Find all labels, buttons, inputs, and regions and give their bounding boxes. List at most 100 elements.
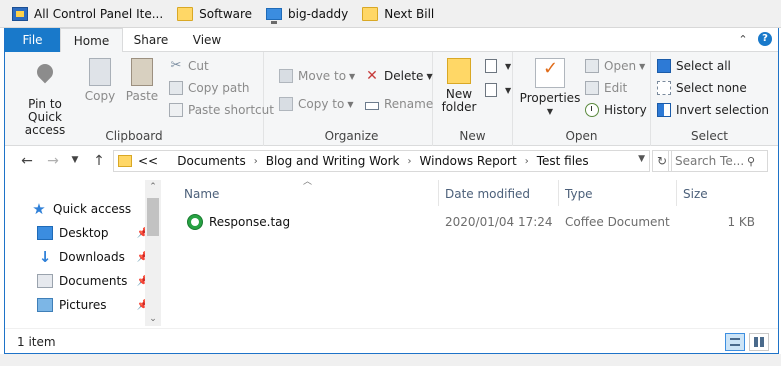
tab-view[interactable]: View — [179, 28, 235, 52]
dropdown-arrow-icon: ▼ — [505, 85, 512, 95]
dropdown-arrow-icon: ▼ — [347, 99, 354, 109]
bookmark-software[interactable]: Software — [177, 0, 252, 28]
easy-access-button[interactable]: ▼ — [485, 80, 511, 100]
breadcrumb-overflow[interactable]: << — [138, 154, 158, 168]
tab-file[interactable]: File — [5, 28, 60, 52]
breadcrumb-documents[interactable]: Documents — [177, 154, 245, 168]
recent-locations-chevron-icon[interactable]: ▼ — [67, 155, 83, 165]
ribbon: Pin to Quick access Copy Paste ✂ Cut Cop… — [5, 52, 778, 146]
bookmark-label: Software — [199, 6, 253, 21]
help-icon[interactable]: ? — [758, 32, 772, 46]
sort-ascending-icon: ︿ — [303, 177, 313, 187]
chevron-right-icon[interactable]: › — [525, 156, 529, 167]
breadcrumb: Documents › Blog and Writing Work › Wind… — [158, 154, 589, 168]
navigation-pane: ★ Quick access Desktop 📌 ↓ Downloads 📌 D… — [5, 176, 163, 328]
tab-share[interactable]: Share — [123, 28, 179, 52]
bookmark-control-panel[interactable]: All Control Panel Ite... — [12, 0, 163, 28]
column-header-size[interactable]: Size — [683, 184, 708, 204]
scroll-up-icon[interactable]: ⌃ — [145, 182, 161, 192]
nav-item-pictures[interactable]: Pictures 📌 — [37, 294, 149, 316]
properties-icon — [535, 58, 565, 88]
file-row[interactable]: Response.tag 2020/01/04 17:24 Coffee Doc… — [183, 212, 757, 232]
forward-arrow-icon[interactable]: → — [45, 153, 61, 169]
select-none-icon — [657, 81, 671, 95]
paste-button[interactable]: Paste — [125, 58, 159, 103]
pin-to-quick-access-button[interactable]: Pin to Quick access — [11, 58, 79, 137]
copy-path-label: Copy path — [188, 81, 250, 95]
edit-button[interactable]: Edit — [585, 78, 627, 98]
pictures-icon — [37, 298, 53, 312]
scrollbar-thumb[interactable] — [147, 198, 159, 236]
nav-item-quick-access[interactable]: ★ Quick access — [31, 198, 143, 220]
breadcrumb-windows-report[interactable]: Windows Report — [420, 154, 517, 168]
copy-to-button[interactable]: Copy to ▼ — [279, 94, 353, 114]
breadcrumb-blog-and-writing-work[interactable]: Blog and Writing Work — [266, 154, 400, 168]
new-folder-button[interactable]: New folder — [437, 58, 481, 114]
invert-selection-button[interactable]: Invert selection — [657, 100, 769, 120]
chevron-right-icon[interactable]: › — [254, 156, 258, 167]
column-divider[interactable] — [438, 180, 439, 206]
chevron-up-icon[interactable]: ⌃ — [736, 33, 750, 46]
paste-label: Paste — [125, 89, 159, 103]
details-view-button[interactable] — [725, 333, 745, 351]
bookmark-big-daddy[interactable]: big-daddy — [266, 0, 348, 28]
nav-item-label: Downloads — [59, 250, 125, 264]
tab-home[interactable]: Home — [60, 28, 123, 53]
open-button[interactable]: Open ▼ — [585, 56, 645, 76]
select-group-label: Select — [690, 129, 729, 143]
history-button[interactable]: History — [585, 100, 647, 120]
address-dropdown-icon[interactable]: ▼ — [638, 154, 645, 164]
chevron-right-icon[interactable]: › — [408, 156, 412, 167]
move-to-icon — [279, 69, 293, 83]
copy-button[interactable]: Copy — [83, 58, 117, 103]
up-arrow-icon[interactable]: ↑ — [91, 153, 107, 169]
invert-selection-icon — [657, 103, 671, 117]
documents-icon — [37, 274, 53, 288]
copy-to-icon — [279, 97, 293, 111]
back-arrow-icon[interactable]: ← — [19, 153, 35, 169]
copy-path-icon — [169, 81, 183, 95]
chevron-right-icon — [166, 156, 169, 167]
column-header-date-modified[interactable]: Date modified — [445, 184, 530, 204]
select-none-button[interactable]: Select none — [657, 78, 747, 98]
select-all-button[interactable]: Select all — [657, 56, 731, 76]
delete-button[interactable]: ✕ Delete ▼ — [365, 66, 433, 86]
search-input[interactable] — [675, 154, 743, 168]
paste-shortcut-button[interactable]: Paste shortcut — [169, 100, 274, 120]
cut-label: Cut — [188, 59, 209, 73]
search-icon[interactable]: ⚲ — [747, 155, 755, 168]
nav-pane-scrollbar[interactable]: ⌃ ⌄ — [145, 180, 161, 326]
copy-path-button[interactable]: Copy path — [169, 78, 250, 98]
rename-icon — [365, 101, 379, 110]
desktop-background — [0, 354, 781, 366]
dropdown-arrow-icon: ▼ — [546, 107, 554, 116]
rename-label: Rename — [384, 97, 434, 111]
column-divider[interactable] — [558, 180, 559, 206]
move-to-button[interactable]: Move to ▼ — [279, 66, 355, 86]
dropdown-arrow-icon: ▼ — [426, 71, 433, 81]
properties-button[interactable]: Properties ▼ — [519, 58, 581, 118]
large-icons-view-icon — [754, 337, 764, 347]
column-header-type[interactable]: Type — [565, 184, 593, 204]
nav-item-desktop[interactable]: Desktop 📌 — [37, 222, 149, 244]
column-divider[interactable] — [676, 180, 677, 206]
rename-button[interactable]: Rename — [365, 94, 433, 114]
address-bar[interactable]: << Documents › Blog and Writing Work › W… — [113, 150, 650, 172]
large-icons-view-button[interactable] — [749, 333, 769, 351]
new-folder-label: New folder — [441, 87, 477, 114]
nav-item-documents[interactable]: Documents 📌 — [37, 270, 149, 292]
desktop-icon — [37, 226, 53, 240]
new-group-label: New — [459, 129, 486, 143]
column-header-name[interactable]: Name — [184, 184, 219, 204]
scroll-down-icon[interactable]: ⌄ — [145, 314, 161, 324]
bookmark-next-bill[interactable]: Next Bill — [362, 0, 434, 28]
cut-button[interactable]: ✂ Cut — [169, 56, 209, 76]
breadcrumb-test-files[interactable]: Test files — [537, 154, 589, 168]
bookmark-label: big-daddy — [288, 6, 349, 21]
delete-label: Delete — [384, 69, 424, 83]
status-bar: 1 item — [5, 328, 778, 354]
file-explorer-window: File Home Share View ⌃ ? Pin to Quick ac… — [4, 28, 779, 354]
nav-item-downloads[interactable]: ↓ Downloads 📌 — [37, 246, 149, 268]
new-item-button[interactable]: ▼ — [485, 56, 511, 76]
select-none-label: Select none — [676, 81, 747, 95]
